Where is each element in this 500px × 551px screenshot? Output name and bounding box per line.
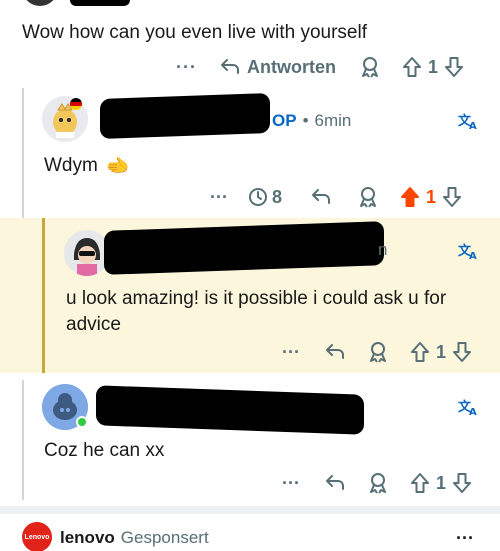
- svg-text:A: A: [469, 121, 477, 130]
- downvote-icon[interactable]: [452, 341, 472, 363]
- comment-actions: ··· 1: [282, 339, 472, 365]
- upvote-active-icon[interactable]: [400, 186, 420, 208]
- meta-separator: •: [302, 111, 309, 130]
- downvote-icon[interactable]: [444, 56, 464, 78]
- reply-icon[interactable]: [324, 342, 346, 362]
- brand-logo[interactable]: Lenovo: [22, 522, 52, 551]
- emoji: 🫲: [105, 155, 130, 177]
- reply-button[interactable]: Antworten: [247, 57, 336, 78]
- thread-line: [22, 88, 24, 218]
- comment-actions: ··· 8 1: [210, 184, 462, 210]
- vote-count: 1: [426, 186, 437, 207]
- timestamp-fragment: n: [378, 240, 388, 259]
- downvote-icon[interactable]: [452, 472, 472, 494]
- award-icon[interactable]: [368, 472, 388, 494]
- timestamp: 6min: [314, 111, 352, 130]
- comment-text: u look amazing! is it possible i could a…: [66, 288, 447, 335]
- comment-meta: OP • 6min: [272, 110, 351, 132]
- award-icon[interactable]: [368, 341, 388, 363]
- translate-icon[interactable]: 文A: [458, 398, 478, 416]
- vote-count: 1: [427, 56, 438, 77]
- award-count: 8: [271, 186, 282, 207]
- ad-brand[interactable]: lenovo: [60, 528, 115, 548]
- top-avatar-fragment: [22, 0, 58, 6]
- comment-text: Coz he can xx: [44, 440, 165, 461]
- highlight-bar: [42, 218, 45, 373]
- online-status-dot: [76, 416, 88, 428]
- vote-count: 1: [435, 341, 446, 362]
- award-icon[interactable]: [360, 56, 380, 78]
- upvote-icon[interactable]: [410, 341, 430, 363]
- reply-icon[interactable]: [219, 57, 241, 77]
- upvote-icon[interactable]: [402, 56, 422, 78]
- vote-count: 1: [435, 472, 446, 493]
- award-icon[interactable]: [358, 186, 378, 208]
- ad-more-options-button[interactable]: ···: [456, 528, 474, 549]
- svg-text:A: A: [469, 251, 477, 260]
- section-divider: [0, 506, 500, 514]
- upvote-icon[interactable]: [410, 472, 430, 494]
- comment-body: Wdym 🫲: [44, 154, 130, 178]
- ad-meta: lenovo Gesponsert: [60, 528, 209, 548]
- reply-icon[interactable]: [324, 473, 346, 493]
- thread-line: [22, 380, 24, 500]
- comment-actions: ··· Antworten 1: [176, 54, 464, 80]
- comment-text: Wdym: [44, 154, 98, 176]
- svg-text:A: A: [469, 407, 477, 416]
- brand-logo-text: Lenovo: [24, 533, 50, 541]
- op-badge: OP: [272, 111, 297, 130]
- flag-icon: [70, 98, 82, 110]
- reply-icon[interactable]: [310, 187, 332, 207]
- sponsored-label: Gesponsert: [120, 528, 209, 547]
- more-options-button[interactable]: ···: [210, 187, 228, 208]
- more-options-button[interactable]: ···: [282, 473, 300, 494]
- more-options-button[interactable]: ···: [176, 57, 197, 78]
- redacted-username: [100, 93, 270, 139]
- award-count-icon[interactable]: [248, 187, 268, 207]
- more-options-button[interactable]: ···: [282, 342, 300, 363]
- translate-icon[interactable]: 文A: [458, 112, 478, 130]
- comment-actions: ··· 1: [282, 470, 472, 496]
- redacted-name-top: [70, 0, 130, 6]
- redacted-username: [96, 385, 364, 435]
- comment-text: Wow how can you even live with yourself: [22, 22, 367, 43]
- downvote-icon[interactable]: [442, 186, 462, 208]
- translate-icon[interactable]: 文A: [458, 242, 478, 260]
